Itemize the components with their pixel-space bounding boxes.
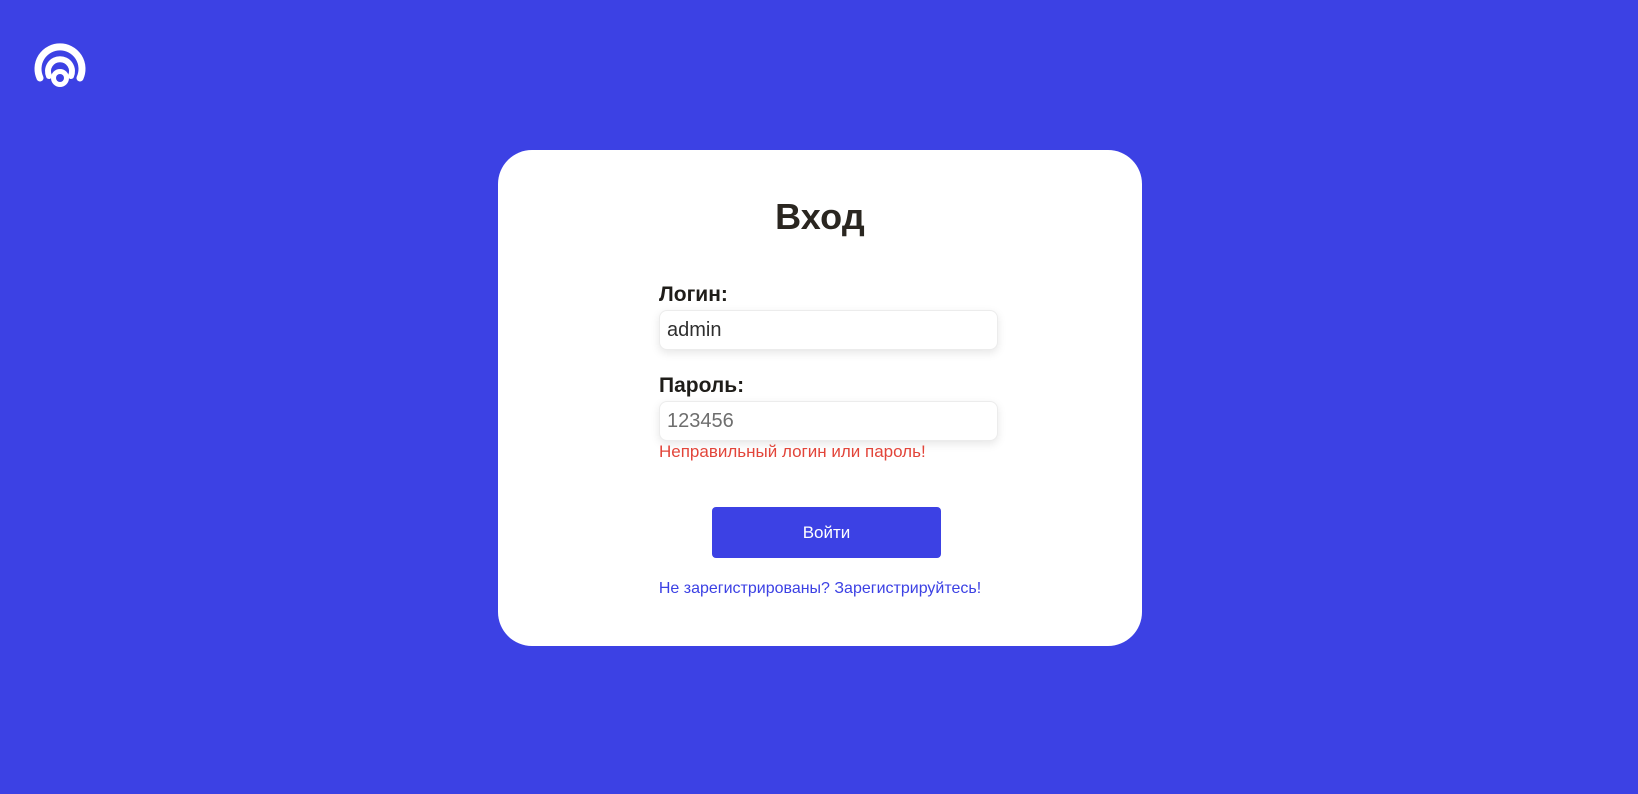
login-label: Логин:	[659, 283, 728, 306]
error-message: Неправильный логин или пароль!	[659, 442, 926, 461]
password-input[interactable]	[659, 401, 998, 441]
login-button[interactable]: Войти	[712, 507, 941, 558]
page-title: Вход	[775, 196, 865, 237]
brand-logo[interactable]	[32, 30, 88, 94]
wifi-signal-logo-icon	[34, 43, 86, 87]
login-card: Вход Логин: Пароль: Неправильный логин и…	[498, 150, 1142, 646]
register-link[interactable]: Не зарегистрированы? Зарегистрируйтесь!	[498, 580, 1142, 598]
password-label: Пароль:	[659, 374, 745, 397]
login-input[interactable]	[659, 310, 998, 350]
